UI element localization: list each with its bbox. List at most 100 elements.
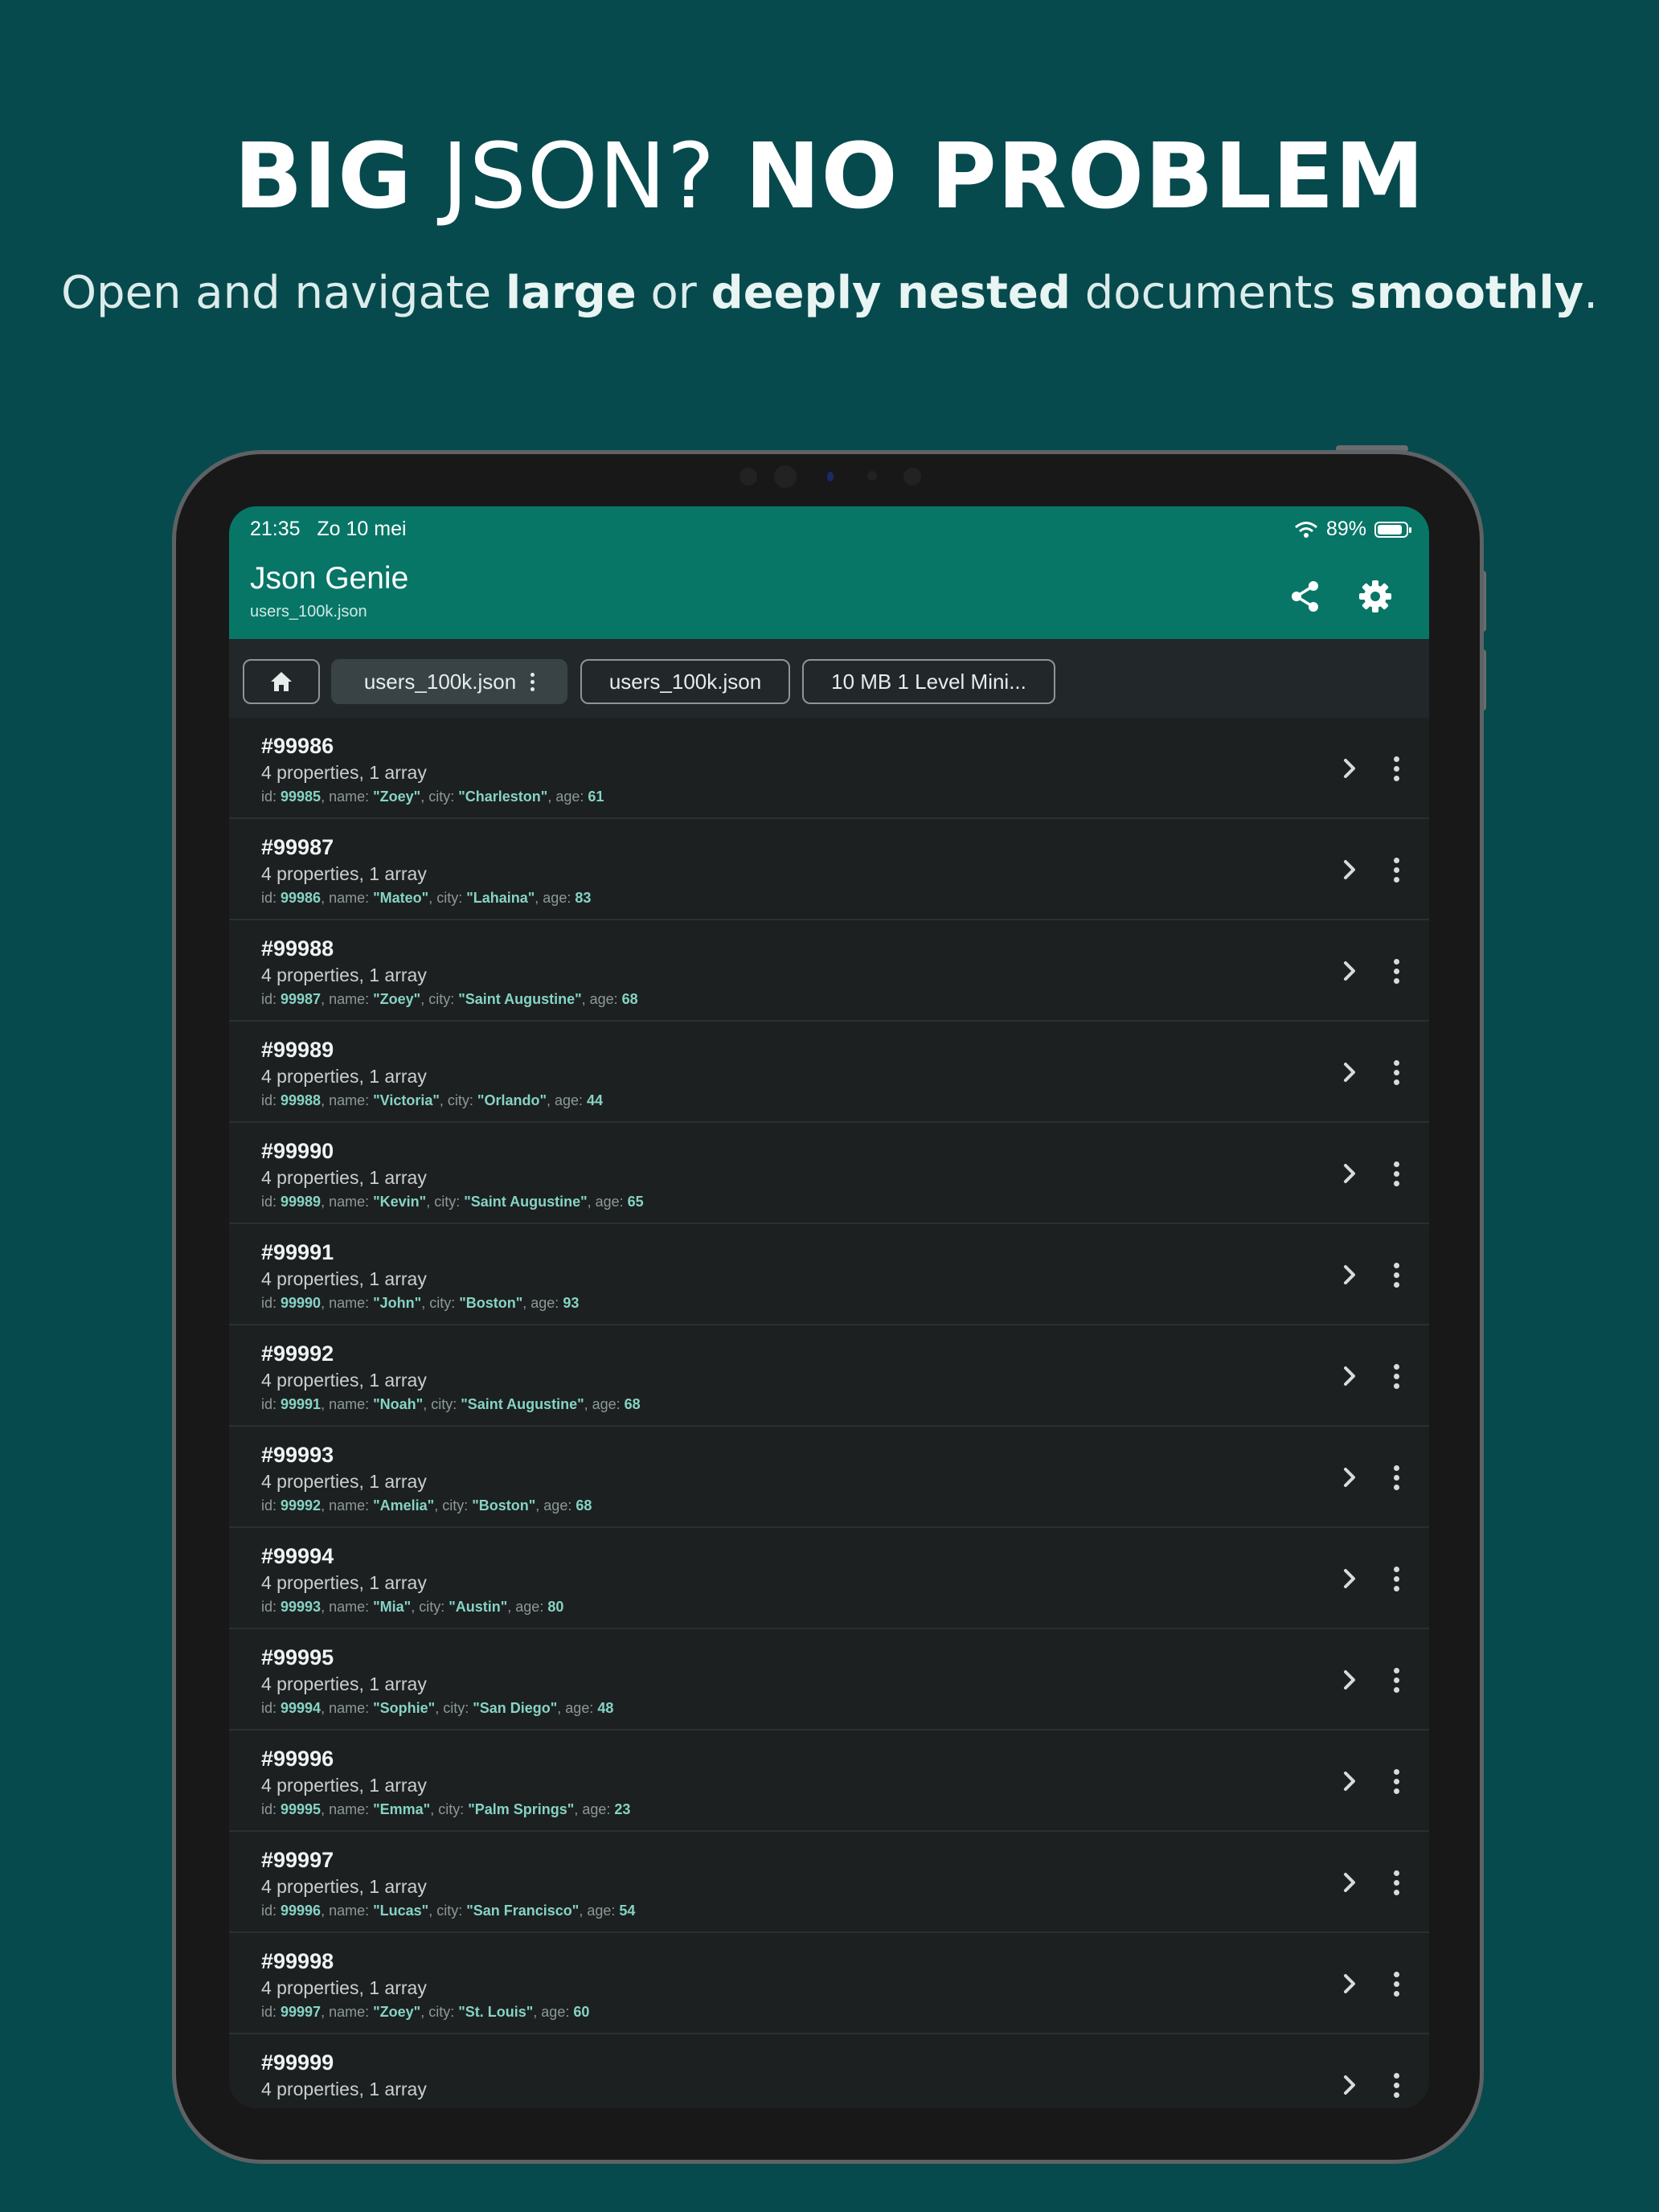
preview-age: 68	[624, 1396, 641, 1412]
chevron-right-icon[interactable]	[1333, 1765, 1366, 1797]
chevron-right-icon[interactable]	[1333, 1259, 1366, 1291]
item-title: #99998	[261, 1949, 334, 1973]
gear-icon[interactable]	[1356, 577, 1395, 616]
preview-name: "Kevin"	[373, 1194, 427, 1210]
chevron-right-icon[interactable]	[1333, 854, 1366, 886]
more-vert-icon[interactable]	[1380, 1157, 1412, 1190]
chevron-right-icon[interactable]	[1333, 1056, 1366, 1088]
camera-indicator	[827, 472, 834, 481]
list-item[interactable]: #99993 4 properties, 1 array id: 99992, na…	[229, 1427, 1429, 1528]
breadcrumb-label: users_100k.json	[608, 669, 762, 694]
more-vert-icon[interactable]	[1380, 854, 1412, 886]
item-summary: 4 properties, 1 array	[261, 1066, 427, 1087]
list-item[interactable]: #99992 4 properties, 1 array id: 99991, na…	[229, 1325, 1429, 1427]
list-item[interactable]: #99988 4 properties, 1 array id: 99987, na…	[229, 920, 1429, 1022]
item-preview: id: 99990, name: "John", city: "Boston",…	[261, 1295, 580, 1311]
preview-name: "Zoey"	[373, 789, 421, 805]
share-icon[interactable]	[1286, 577, 1325, 616]
camera-sensor	[867, 471, 877, 481]
more-vert-icon[interactable]	[530, 672, 535, 691]
breadcrumb-item[interactable]: users_100k.json	[580, 659, 790, 704]
preview-name: "Victoria"	[373, 1092, 440, 1108]
home-icon	[271, 672, 292, 691]
more-vert-icon[interactable]	[1380, 2069, 1412, 2101]
list-item[interactable]: #99989 4 properties, 1 array id: 99988, na…	[229, 1022, 1429, 1123]
list-item[interactable]: #99998 4 properties, 1 array id: 99997, na…	[229, 1933, 1429, 2034]
preview-name: "Noah"	[373, 1396, 424, 1412]
list-item[interactable]: #99987 4 properties, 1 array id: 99986, na…	[229, 819, 1429, 920]
preview-id: 99994	[281, 1700, 322, 1716]
item-summary: 4 properties, 1 array	[261, 1673, 427, 1694]
breadcrumb-home-button[interactable]	[243, 659, 320, 704]
item-preview: id: 99985, name: "Zoey", city: "Charlest…	[261, 789, 604, 805]
more-vert-icon[interactable]	[1380, 1765, 1412, 1797]
preview-age: 68	[621, 991, 638, 1007]
more-vert-icon[interactable]	[1380, 752, 1412, 784]
more-vert-icon[interactable]	[1380, 1968, 1412, 2000]
tagline-text: .	[1583, 267, 1599, 319]
chevron-right-icon[interactable]	[1333, 1563, 1366, 1595]
more-vert-icon[interactable]	[1380, 1259, 1412, 1291]
more-vert-icon[interactable]	[1380, 1866, 1412, 1899]
tagline-bold: large	[506, 267, 637, 319]
preview-city: "Boston"	[459, 1295, 523, 1311]
app-bar: 21:35 Zo 10 mei 89% Json Genie users_100…	[229, 506, 1429, 639]
breadcrumb-item-active[interactable]: users_100k.json	[331, 659, 567, 704]
list-item[interactable]: #99994 4 properties, 1 array id: 99993, na…	[229, 1528, 1429, 1629]
tagline-bold: smoothly	[1350, 267, 1584, 319]
preview-name: "Lucas"	[373, 1903, 429, 1919]
preview-city: "San Diego"	[473, 1700, 558, 1716]
status-time: 21:35	[250, 518, 301, 540]
preview-name: "Mateo"	[373, 890, 429, 906]
list-item[interactable]: #99986 4 properties, 1 array id: 99985, na…	[229, 718, 1429, 819]
chevron-right-icon[interactable]	[1333, 1461, 1366, 1493]
breadcrumb-label: users_100k.json	[363, 669, 517, 694]
item-summary: 4 properties, 1 array	[261, 1370, 427, 1391]
item-title: #99988	[261, 936, 334, 961]
headline-part3: NO PROBLEM	[744, 125, 1425, 229]
more-vert-icon[interactable]	[1380, 1461, 1412, 1493]
app-screen: 21:35 Zo 10 mei 89% Json Genie users_100…	[229, 506, 1429, 2108]
preview-name: "Emma"	[373, 1801, 431, 1817]
list-item[interactable]: #99995 4 properties, 1 array id: 99994, na…	[229, 1629, 1429, 1731]
breadcrumb-item[interactable]: 10 MB 1 Level Mini...	[802, 659, 1055, 704]
item-title: #99992	[261, 1342, 334, 1366]
item-summary: 4 properties, 1 array	[261, 965, 427, 985]
more-vert-icon[interactable]	[1380, 1664, 1412, 1696]
more-vert-icon[interactable]	[1380, 955, 1412, 987]
tagline-text: documents	[1070, 267, 1350, 319]
chevron-right-icon[interactable]	[1333, 1664, 1366, 1696]
item-summary: 4 properties, 1 array	[261, 1471, 427, 1492]
item-title: #99990	[261, 1139, 334, 1163]
item-preview: id: 99992, name: "Amelia", city: "Boston…	[261, 1497, 592, 1514]
item-preview: id: 99995, name: "Emma", city: "Palm Spr…	[261, 1801, 631, 1817]
status-bar-time: 21:35 Zo 10 mei	[250, 518, 407, 541]
battery-level	[1378, 524, 1403, 535]
list-item[interactable]: #99996 4 properties, 1 array id: 99995, na…	[229, 1731, 1429, 1832]
chevron-right-icon[interactable]	[1333, 1360, 1366, 1392]
list-item[interactable]: #99999 4 properties, 1 array	[229, 2034, 1429, 2108]
preview-city: "Saint Augustine"	[458, 991, 582, 1007]
breadcrumb: users_100k.json users_100k.json 10 MB 1 …	[229, 639, 1429, 718]
preview-id: 99987	[281, 991, 322, 1007]
item-title: #99987	[261, 835, 334, 859]
chevron-right-icon[interactable]	[1333, 1866, 1366, 1899]
chevron-right-icon[interactable]	[1333, 1157, 1366, 1190]
chevron-right-icon[interactable]	[1333, 1968, 1366, 2000]
list-item[interactable]: #99990 4 properties, 1 array id: 99989, na…	[229, 1123, 1429, 1224]
list-item[interactable]: #99991 4 properties, 1 array id: 99990, na…	[229, 1224, 1429, 1325]
chevron-right-icon[interactable]	[1333, 955, 1366, 987]
more-vert-icon[interactable]	[1380, 1056, 1412, 1088]
chevron-right-icon[interactable]	[1333, 2069, 1366, 2101]
item-preview: id: 99996, name: "Lucas", city: "San Fra…	[261, 1903, 636, 1919]
item-preview: id: 99987, name: "Zoey", city: "Saint Au…	[261, 991, 638, 1007]
preview-age: 83	[575, 890, 592, 906]
list-item[interactable]: #99997 4 properties, 1 array id: 99996, na…	[229, 1832, 1429, 1933]
preview-name: "Zoey"	[373, 991, 421, 1007]
tagline-bold: deeply nested	[711, 267, 1071, 319]
chevron-right-icon[interactable]	[1333, 752, 1366, 784]
more-vert-icon[interactable]	[1380, 1563, 1412, 1595]
more-vert-icon[interactable]	[1380, 1360, 1412, 1392]
item-summary: 4 properties, 1 array	[261, 1775, 427, 1796]
camera-lens	[774, 465, 797, 488]
